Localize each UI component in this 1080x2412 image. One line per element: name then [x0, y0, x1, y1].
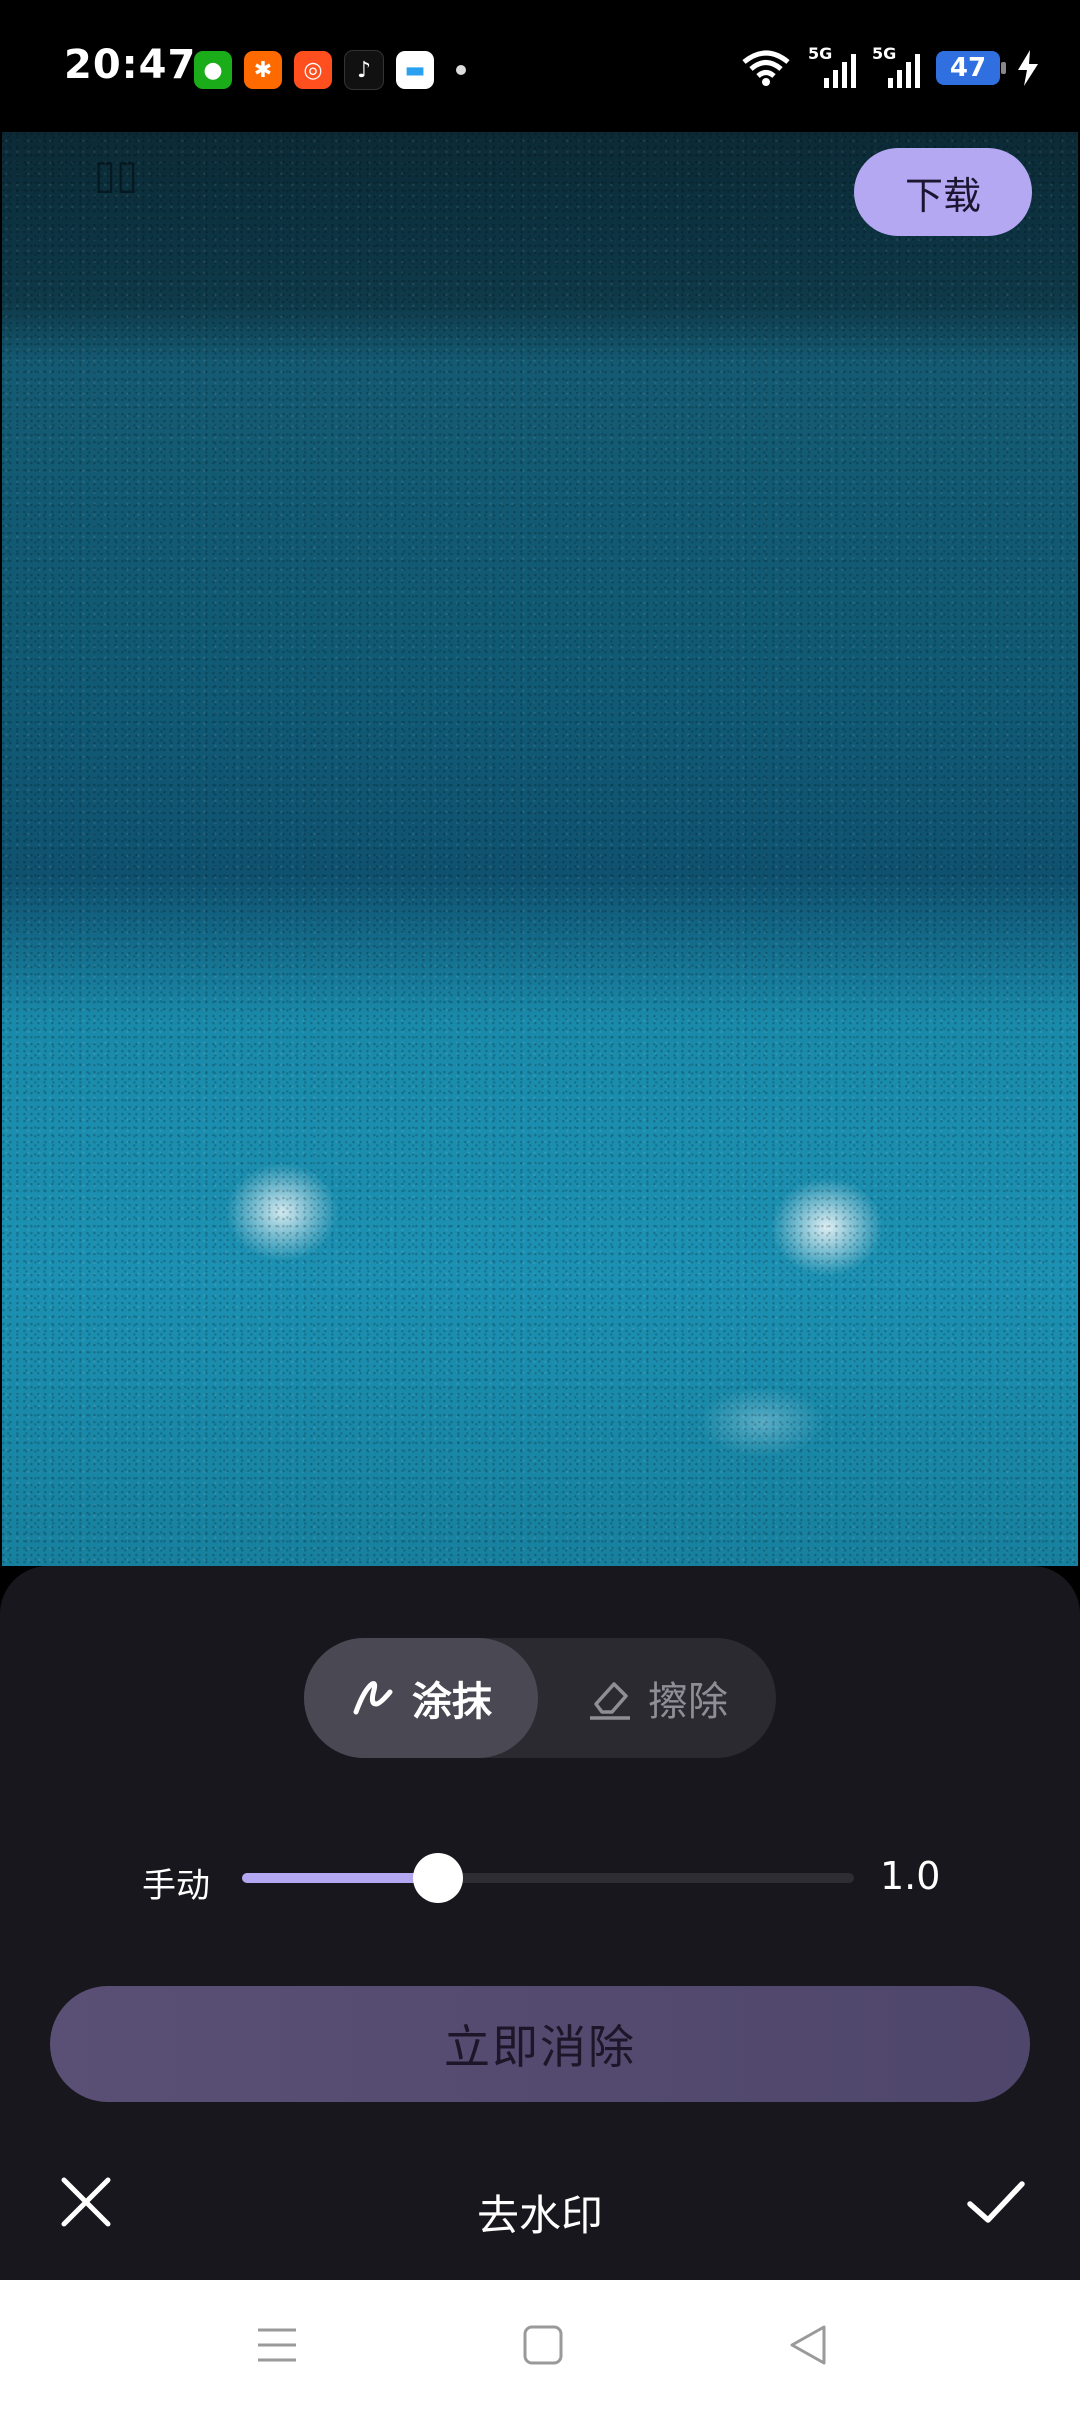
menu-icon[interactable] [254, 2322, 300, 2368]
erase-now-button[interactable]: 立即消除 [50, 1986, 1030, 2102]
status-indicators: 5G 5G 47 [740, 44, 1040, 88]
slider-value: 1.0 [880, 1854, 941, 1898]
home-icon[interactable] [520, 2322, 566, 2368]
battery-indicator: 47 [936, 51, 1006, 85]
confirm-check-icon[interactable] [964, 2170, 1028, 2234]
cell-signal-2: 5G [872, 44, 920, 88]
eraser-icon [590, 1682, 630, 1720]
back-icon[interactable] [786, 2322, 832, 2368]
notification-icons: ● ✱ ◎ ♪ ▬ [194, 50, 466, 90]
brush-size-slider-row: 手动 1.0 [0, 1836, 1080, 1916]
status-time: 20:47 [64, 42, 197, 88]
status-bar: 20:47 ● ✱ ◎ ♪ ▬ 5G 5G 47 [0, 0, 1080, 132]
mode-switch: 涂抹 擦除 [304, 1638, 776, 1758]
wifi-icon [742, 50, 790, 86]
slider-label: 手动 [142, 1866, 210, 1906]
slider-thumb[interactable] [412, 1853, 463, 1903]
tiktok-icon: ♪ [344, 50, 384, 90]
erase-mode-button[interactable]: 擦除 [538, 1638, 776, 1758]
more-notifications-dot [456, 65, 466, 75]
slider-fill [242, 1873, 438, 1883]
action-bar: 去水印 [0, 2166, 1080, 2280]
charging-icon [1018, 50, 1038, 86]
taobao-icon: ✱ [244, 51, 282, 89]
wallet-icon: ▬ [396, 51, 434, 89]
photo-canvas[interactable]: ▯▯ [2, 132, 1078, 1566]
cell-signal-1: 5G [808, 44, 856, 88]
photo-watermark-area: ▯▯ [94, 152, 139, 198]
system-navigation-bar [0, 2280, 1080, 2412]
edit-panel: 涂抹 擦除 手动 1.0 立即消除 去水印 [0, 1566, 1080, 2280]
erase-mode-label: 擦除 [648, 1679, 728, 1725]
smear-mode-label: 涂抹 [412, 1679, 492, 1725]
wechat-icon: ● [194, 51, 232, 89]
brush-size-slider[interactable] [242, 1853, 854, 1903]
photo-texture [2, 132, 1078, 1566]
brush-stroke-icon [353, 1681, 393, 1715]
screen-title: 去水印 [476, 2191, 603, 2240]
app-icon: ◎ [294, 51, 332, 89]
smear-mode-button[interactable]: 涂抹 [304, 1638, 538, 1758]
download-button[interactable]: 下载 [854, 148, 1032, 236]
